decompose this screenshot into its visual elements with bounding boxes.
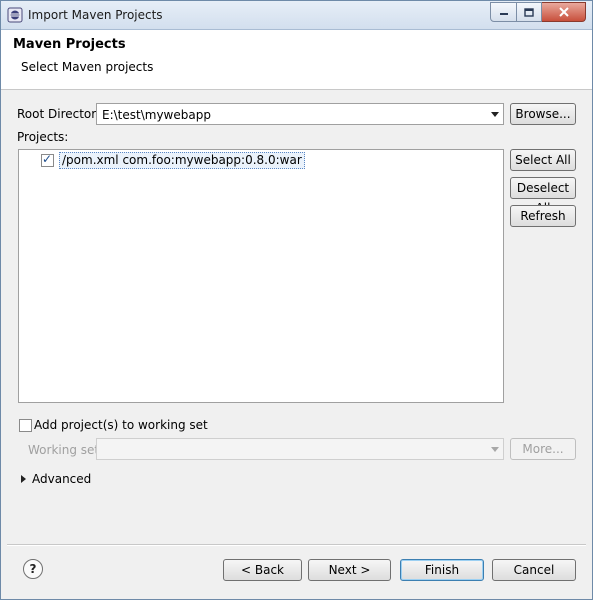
root-directory-value: E:\test\mywebapp (102, 108, 211, 122)
root-directory-combo[interactable]: E:\test\mywebapp (96, 103, 504, 125)
window-controls (490, 2, 586, 22)
working-set-label: Working set: (28, 443, 104, 457)
page-subtitle: Select Maven projects (21, 60, 154, 74)
list-item[interactable]: /pom.xml com.foo:mywebapp:0.8.0:war (41, 152, 305, 169)
browse-button[interactable]: Browse... (510, 103, 576, 125)
project-label: /pom.xml com.foo:mywebapp:0.8.0:war (59, 152, 305, 169)
dropdown-arrow-icon (491, 447, 499, 452)
minimize-button[interactable] (490, 2, 517, 22)
cancel-button[interactable]: Cancel (492, 559, 576, 581)
deselect-all-button[interactable]: Deselect All (510, 177, 576, 215)
add-to-working-set-checkbox[interactable] (19, 419, 32, 432)
dropdown-arrow-icon (491, 112, 499, 117)
window-title: Import Maven Projects (28, 8, 163, 22)
working-set-combo[interactable] (96, 438, 504, 460)
advanced-toggle[interactable]: Advanced (32, 472, 91, 486)
finish-button[interactable]: Finish (400, 559, 484, 581)
help-icon[interactable]: ? (23, 559, 43, 579)
wizard-header: Maven Projects Select Maven projects (1, 30, 592, 90)
project-checkbox[interactable] (41, 152, 54, 167)
title-bar: Import Maven Projects (1, 1, 592, 30)
minimize-icon (499, 13, 508, 15)
back-button[interactable]: < Back (223, 559, 302, 581)
close-button[interactable] (542, 2, 586, 22)
next-button[interactable]: Next > (308, 559, 391, 581)
page-title: Maven Projects (13, 37, 126, 52)
projects-label: Projects: (17, 130, 69, 144)
import-maven-projects-dialog: Import Maven Projects Maven Projects Sel… (0, 0, 593, 600)
eclipse-icon (7, 7, 23, 23)
refresh-button[interactable]: Refresh (510, 205, 576, 227)
footer-divider (7, 544, 586, 546)
select-all-button[interactable]: Select All (510, 149, 576, 171)
projects-tree[interactable]: /pom.xml com.foo:mywebapp:0.8.0:war (18, 149, 504, 403)
maximize-icon (524, 7, 534, 17)
chevron-right-icon[interactable] (21, 475, 26, 483)
maximize-button[interactable] (517, 2, 542, 22)
root-directory-label: Root Directory: (17, 107, 107, 121)
more-button[interactable]: More... (510, 438, 576, 460)
close-icon (558, 7, 569, 17)
add-to-working-set-label: Add project(s) to working set (34, 418, 208, 432)
